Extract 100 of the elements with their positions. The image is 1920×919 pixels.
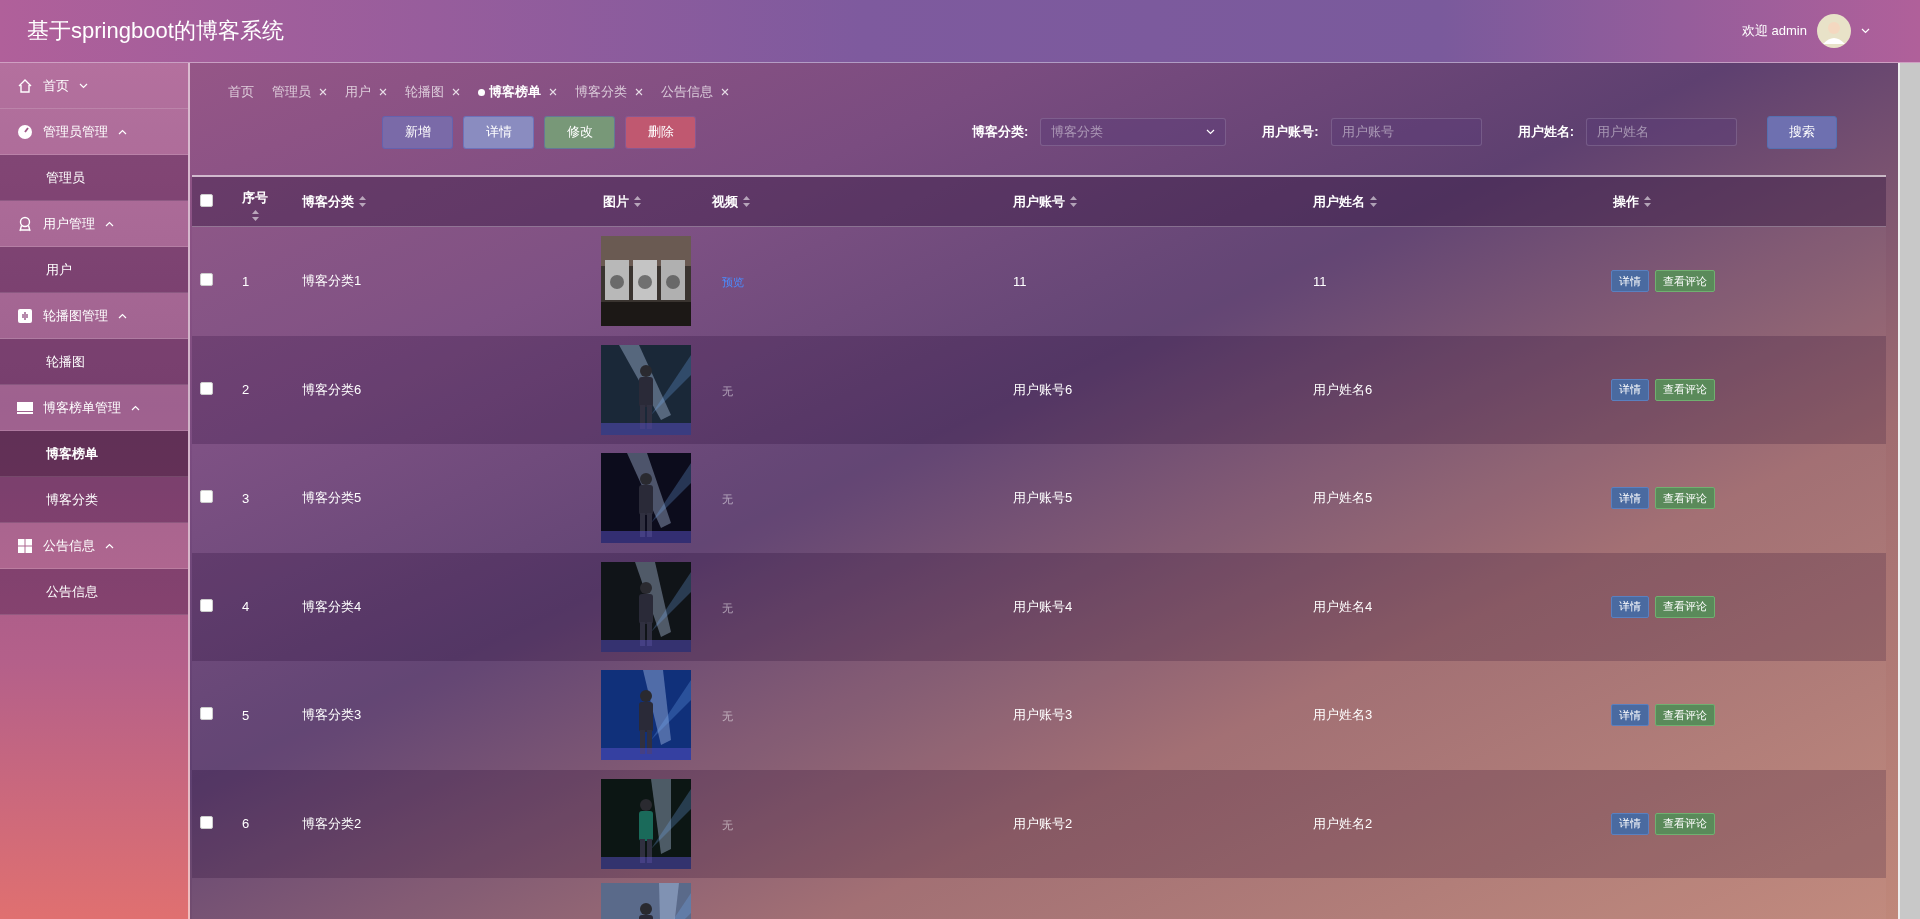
toolbar-button[interactable]: 删除: [625, 115, 696, 149]
tab[interactable]: 博客分类: [575, 83, 643, 101]
table-cell: 无: [722, 710, 733, 723]
table-cell: 无: [722, 601, 733, 614]
row-action-button[interactable]: 详情: [1611, 487, 1649, 510]
column-header: 博客分类: [302, 192, 354, 211]
table-cell-text: 博客分类4: [301, 597, 363, 616]
table-cell-text: 用户账号3: [1012, 706, 1074, 725]
row-action-button[interactable]: 查看评论: [1655, 487, 1715, 510]
sidebar-item[interactable]: 博客榜单管理: [0, 385, 188, 431]
sidebar-item[interactable]: 用户管理: [0, 201, 188, 247]
tab[interactable]: 用户: [345, 83, 387, 101]
table-cell-text: 用户姓名6: [1312, 380, 1374, 399]
close-icon[interactable]: [379, 88, 387, 96]
sidebar-item[interactable]: 公告信息: [0, 523, 188, 569]
row-action-button[interactable]: 查看评论: [1655, 378, 1715, 401]
app-title: 基于springboot的博客系统: [27, 17, 284, 45]
chevron-down-icon: [1861, 28, 1870, 34]
tab[interactable]: 首页: [228, 83, 254, 101]
checkbox[interactable]: [200, 598, 213, 612]
sidebar-subitem[interactable]: 公告信息: [0, 569, 188, 615]
sort-icon[interactable]: [634, 196, 641, 207]
column-header: 序号: [242, 188, 268, 207]
waveform-icon: [17, 307, 33, 324]
tab[interactable]: 轮播图: [405, 83, 460, 101]
sidebar-subitem[interactable]: 管理员: [0, 155, 188, 201]
close-icon[interactable]: [452, 88, 460, 96]
sidebar-item[interactable]: 管理员管理: [0, 109, 188, 155]
column-header: 操作: [1613, 192, 1639, 211]
scrollbar[interactable]: [1898, 63, 1920, 919]
close-icon[interactable]: [319, 88, 327, 96]
person-icon: [17, 215, 33, 232]
tab[interactable]: 博客榜单: [478, 83, 557, 101]
filter-label: 用户姓名:: [1517, 123, 1575, 141]
input-field[interactable]: 用户账号: [1330, 118, 1482, 146]
sort-icon[interactable]: [1070, 196, 1077, 207]
toolbar-button[interactable]: 修改: [544, 115, 615, 149]
table-cell-text: 博客分类2: [301, 814, 363, 833]
row-action-button[interactable]: 详情: [1611, 704, 1649, 727]
table-cell-text: 5: [241, 707, 251, 723]
sidebar-subitem[interactable]: 轮播图: [0, 339, 188, 385]
input-field[interactable]: 用户姓名: [1586, 118, 1738, 146]
avatar[interactable]: [1817, 14, 1851, 48]
close-icon[interactable]: [721, 88, 729, 96]
sidebar-item[interactable]: 首页: [0, 63, 188, 109]
close-icon[interactable]: [635, 88, 643, 96]
table-cell-text: 用户姓名2: [1312, 814, 1374, 833]
column-header: 用户账号: [1013, 192, 1065, 211]
filter-label: 博客分类:: [972, 123, 1029, 141]
sidebar-item[interactable]: 轮播图管理: [0, 293, 188, 339]
table-cell-text: 用户姓名5: [1312, 489, 1374, 508]
column-header: 视频: [712, 192, 738, 211]
sort-icon[interactable]: [1644, 196, 1651, 207]
table-cell-text: 用户姓名3: [1312, 706, 1374, 725]
toolbar-button[interactable]: 详情: [463, 115, 534, 149]
row-action-button[interactable]: 详情: [1611, 595, 1649, 618]
sidebar-subitem[interactable]: 用户: [0, 247, 188, 293]
table-cell-text: 4: [241, 599, 251, 615]
sort-icon[interactable]: [743, 196, 750, 207]
table-cell-text: 3: [241, 490, 251, 506]
checkbox[interactable]: [200, 707, 213, 721]
monitor-icon: [17, 399, 33, 416]
table-cell-text: 博客分类3: [301, 706, 363, 725]
table-cell-text: 博客分类5: [301, 489, 363, 508]
column-header: 用户姓名: [1313, 192, 1365, 211]
checkbox[interactable]: [200, 381, 213, 395]
column-header: 图片: [603, 192, 629, 211]
checkbox[interactable]: [200, 815, 213, 829]
grid-icon: [17, 537, 33, 554]
table-cell: 无: [722, 818, 733, 831]
sort-icon[interactable]: [1370, 196, 1377, 207]
row-action-button[interactable]: 详情: [1611, 378, 1649, 401]
checkbox[interactable]: [200, 193, 213, 207]
sort-icon[interactable]: [251, 209, 259, 221]
table-cell-text: 2: [241, 382, 251, 398]
sort-icon[interactable]: [359, 196, 366, 207]
row-action-button[interactable]: 查看评论: [1655, 270, 1715, 293]
table-cell-text: 用户账号4: [1012, 597, 1074, 616]
row-action-button[interactable]: 详情: [1611, 270, 1649, 293]
close-icon[interactable]: [549, 88, 557, 96]
table-cell-text: 博客分类1: [301, 272, 363, 291]
checkbox[interactable]: [200, 490, 213, 504]
row-action-button[interactable]: 查看评论: [1655, 812, 1715, 835]
welcome-text: 欢迎 admin: [1741, 22, 1807, 40]
sidebar-subitem[interactable]: 博客分类: [0, 477, 188, 523]
table-cell-text: 用户账号5: [1012, 489, 1074, 508]
sidebar-subitem[interactable]: 博客榜单: [0, 431, 188, 477]
row-action-button[interactable]: 详情: [1611, 812, 1649, 835]
table-cell-text: 11: [1312, 273, 1328, 289]
category-select[interactable]: 博客分类: [1040, 118, 1227, 146]
checkbox[interactable]: [200, 273, 213, 287]
row-action-button[interactable]: 查看评论: [1655, 595, 1715, 618]
toolbar-button[interactable]: 新增: [382, 115, 453, 149]
tab[interactable]: 管理员: [272, 83, 327, 101]
table-cell-text: 博客分类6: [301, 380, 363, 399]
search-button[interactable]: 搜索: [1767, 115, 1838, 149]
table-cell-text: 11: [1012, 273, 1028, 289]
tab[interactable]: 公告信息: [661, 83, 729, 101]
row-action-button[interactable]: 查看评论: [1655, 704, 1715, 727]
filter-label: 用户账号:: [1262, 123, 1319, 141]
